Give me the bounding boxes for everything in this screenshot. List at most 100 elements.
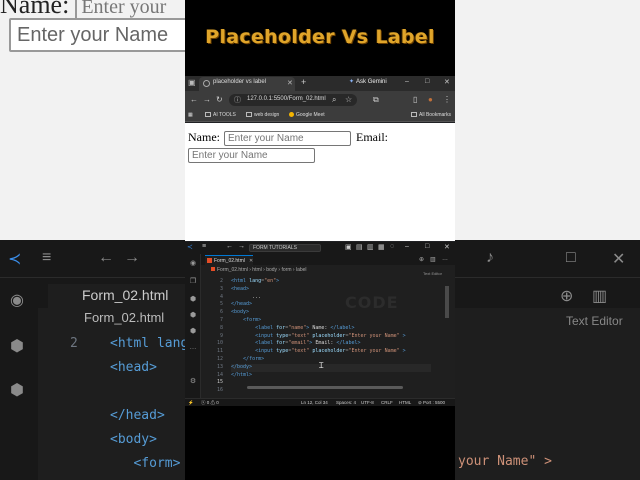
python-icon-3[interactable]: ⬢ (189, 328, 197, 336)
language-mode[interactable]: HTML (399, 400, 411, 405)
breadcrumb-item[interactable]: form (282, 267, 292, 273)
encoding[interactable]: UTF-8 (361, 400, 374, 405)
bg-editor-tab: Form_02.html (48, 284, 188, 308)
bg-name-label: Name: (0, 0, 70, 19)
maximize-icon: □ (566, 249, 576, 266)
vscode-logo-icon: ≺ (8, 251, 22, 268)
breadcrumb: Form_02.html › html › body › form › labe… (201, 266, 455, 275)
editor-tab[interactable]: Form_02.html ✕ (205, 255, 253, 265)
maximize-icon[interactable]: □ (425, 243, 429, 250)
more-icon[interactable]: … (189, 344, 197, 352)
activity-bar: ◉ ❐ ⬢ ⬢ ⬢ … ⚙ (185, 254, 201, 398)
globe-icon: ⊕ (560, 288, 574, 305)
line-number: 9 (219, 332, 223, 339)
live-server-port[interactable]: ⊘ Port : 5500 (418, 400, 445, 406)
web-page: Name: Enter your Name Email: Enter your … (185, 123, 455, 241)
code-editor[interactable]: CODE 2 3 4 5 6 7 8 9 10 11 12 13 14 15 1… (201, 276, 455, 398)
line-number: 10 (216, 340, 223, 347)
problems-indicator[interactable]: ⓧ 0 ⚠ 0 (201, 400, 219, 406)
minimize-icon[interactable]: – (405, 78, 409, 85)
python-icon-2[interactable]: ⬢ (189, 312, 197, 320)
code-line: <body> (231, 309, 250, 316)
port-label: Port : 5500 (423, 400, 446, 405)
email-input[interactable]: Enter your Name (188, 148, 315, 163)
code-line: <head> (231, 285, 250, 292)
apps-icon[interactable]: ▦ (188, 112, 193, 118)
bookmark-web-design[interactable]: web design (246, 112, 279, 118)
python-icon[interactable]: ⬢ (189, 296, 197, 304)
maximize-icon[interactable]: □ (425, 78, 429, 85)
folder-icon (246, 112, 252, 117)
line-ending[interactable]: CRLF (381, 400, 393, 405)
split-editor-icon[interactable]: ▥ (430, 256, 436, 263)
toggle-sidebar-icon[interactable]: ▥ (367, 243, 374, 251)
status-bar: ⚡ ⓧ 0 ⚠ 0 Ln 12, Col 34 Spaces: 4 UTF-8 … (185, 398, 455, 406)
html5-icon (211, 267, 215, 271)
line-number: 14 (216, 371, 223, 378)
settings-gear-icon[interactable]: ⚙ (189, 378, 197, 386)
github-icon[interactable]: ◉ (189, 260, 197, 268)
line-number: 2 (219, 278, 223, 284)
form-row: Name: Enter your Name Email: (188, 130, 388, 146)
more-actions-icon[interactable]: … (442, 256, 448, 262)
bookmark-google-meet[interactable]: Google Meet (289, 112, 325, 118)
more-menu-icon[interactable]: ⋮ (443, 95, 451, 105)
customize-layout-icon[interactable]: ▦ (378, 243, 385, 251)
layout-icon[interactable]: ▣ (345, 243, 352, 251)
site-info-icon[interactable]: ⓘ (234, 95, 241, 105)
line-number: 4 (219, 293, 223, 300)
avatar[interactable]: ● (428, 95, 433, 105)
bookmark-ai-tools[interactable]: AI TOOLS (205, 112, 236, 118)
ask-gemini-button[interactable]: ✦ Ask Gemini (349, 78, 387, 85)
back-icon[interactable]: ← (190, 95, 198, 105)
forward-arrow-icon[interactable]: → (238, 243, 245, 250)
editor-tabs: Form_02.html ✕ ⊕ ▥ … (201, 254, 455, 265)
code-line: ... (243, 293, 271, 300)
all-bookmarks[interactable]: All Bookmarks (411, 112, 451, 118)
line-number: 11 (216, 348, 223, 355)
folder-icon (205, 112, 211, 117)
line-number: 7 (219, 316, 223, 323)
name-input[interactable]: Enter your Name (224, 130, 351, 146)
breadcrumb-item[interactable]: Form_02.html (217, 267, 248, 273)
new-tab-button[interactable]: + (301, 77, 306, 87)
forward-icon[interactable]: → (203, 95, 211, 105)
close-icon[interactable]: ✕ (444, 243, 450, 251)
minimize-icon[interactable]: – (405, 243, 409, 250)
explorer-icon[interactable]: ❐ (189, 278, 197, 286)
bell-icon: ♪ (486, 249, 494, 266)
sidebar-icon[interactable]: ▯ (413, 95, 417, 105)
breadcrumb-item[interactable]: html (252, 267, 261, 273)
breadcrumb-item[interactable]: body (266, 267, 277, 273)
toggle-panel-icon[interactable]: ▤ (356, 243, 363, 251)
horizontal-scrollbar[interactable] (247, 386, 403, 389)
line-number: 3 (219, 285, 223, 292)
address-bar[interactable]: ⓘ 127.0.0.1:5500/Form_02.html ⌕ ☆ (229, 94, 357, 106)
command-center-search[interactable]: FORM TUTORIALS (249, 244, 321, 252)
menu-icon[interactable]: ≡ (202, 243, 206, 250)
bell-icon[interactable]: ◌ (390, 243, 394, 250)
remote-icon[interactable]: ⚡ (188, 400, 194, 406)
error-count: 0 (206, 400, 210, 405)
back-arrow-icon[interactable]: ← (226, 243, 233, 250)
video-strip: Placeholder Vs Label ▣ placeholder vs la… (185, 0, 455, 480)
code-line: <label for="email"> Email: </label> (255, 340, 361, 347)
reload-icon[interactable]: ↻ (216, 95, 223, 105)
tab-menu-icon[interactable]: ▣ (188, 78, 196, 88)
line-number: 8 (219, 324, 223, 331)
indentation[interactable]: Spaces: 4 (336, 400, 356, 405)
split-icon: ▥ (592, 288, 608, 305)
close-icon[interactable]: ✕ (444, 78, 450, 86)
browser-tab[interactable]: placeholder vs label ✕ (199, 77, 295, 91)
extensions-icon[interactable]: ⧉ (373, 95, 379, 105)
editor-tab-label: Form_02.html (214, 258, 245, 264)
breadcrumb-item[interactable]: label (296, 267, 307, 273)
bookmark-label: Google Meet (296, 112, 325, 118)
open-preview-icon[interactable]: ⊕ (419, 256, 424, 263)
tab-close-icon[interactable]: ✕ (287, 79, 293, 87)
vertical-scrollbar[interactable] (445, 286, 449, 318)
bookmark-star-icon[interactable]: ☆ (345, 95, 352, 105)
cursor-position[interactable]: Ln 12, Col 34 (301, 400, 328, 405)
tab-close-icon[interactable]: ✕ (249, 258, 253, 264)
search-icon[interactable]: ⌕ (332, 95, 336, 105)
